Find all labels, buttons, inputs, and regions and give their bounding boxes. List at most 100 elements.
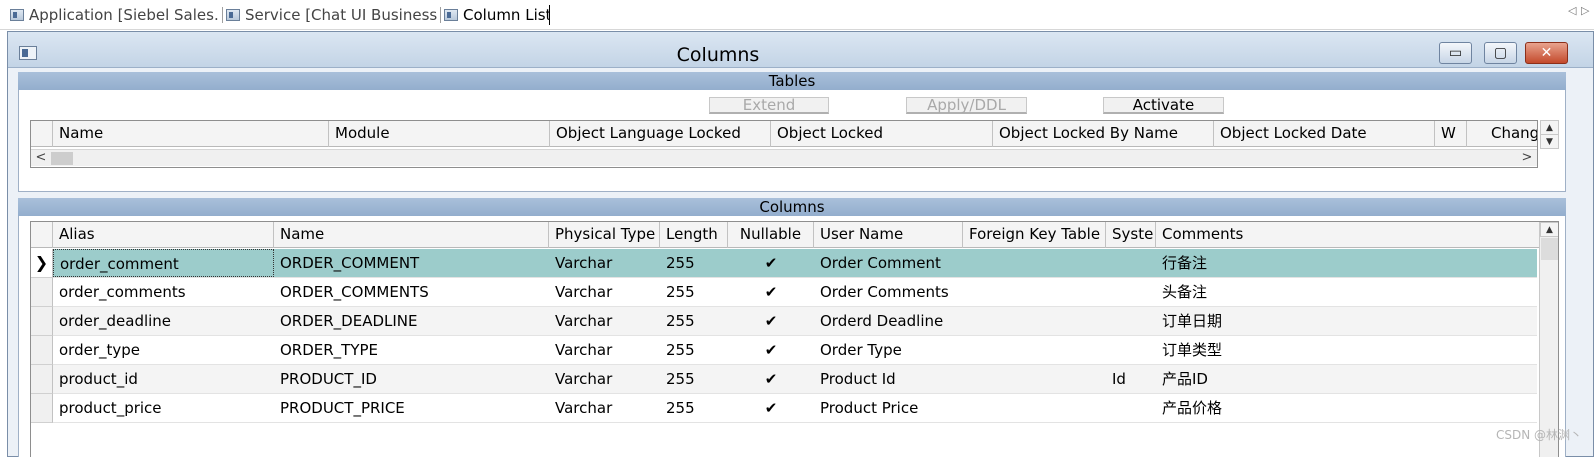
row-selector[interactable]	[31, 278, 53, 307]
user-name-cell[interactable]: Order Comment	[814, 249, 963, 277]
table-row[interactable]: product_price PRODUCT_PRICE Varchar 255 …	[31, 394, 1537, 423]
table-row[interactable]: order_type ORDER_TYPE Varchar 255 ✔ Orde…	[31, 336, 1537, 365]
length-cell[interactable]: 255	[660, 249, 728, 277]
table-row[interactable]: product_id PRODUCT_ID Varchar 255 ✔ Prod…	[31, 365, 1537, 394]
alias-cell[interactable]: order_type	[53, 336, 274, 364]
scroll-up-icon[interactable]: ▲	[1540, 120, 1559, 135]
comments-cell[interactable]: 行备注	[1156, 249, 1536, 277]
foreign-key-table-cell[interactable]	[963, 249, 1106, 277]
close-button[interactable]: ✕	[1525, 42, 1568, 64]
physical-type-cell[interactable]: Varchar	[549, 365, 660, 393]
nullable-check-icon[interactable]: ✔	[728, 307, 814, 335]
nullable-check-icon[interactable]: ✔	[728, 365, 814, 393]
comments-cell[interactable]: 产品价格	[1156, 394, 1536, 422]
column-header-name[interactable]: Name	[274, 222, 549, 248]
foreign-key-table-cell[interactable]	[963, 278, 1106, 306]
column-header-alias[interactable]: Alias	[53, 222, 274, 248]
physical-type-cell[interactable]: Varchar	[549, 278, 660, 306]
tables-horizontal-scrollbar[interactable]: < >	[31, 149, 1537, 166]
activate-button[interactable]: Activate	[1103, 97, 1224, 114]
nullable-check-icon[interactable]: ✔	[728, 278, 814, 306]
foreign-key-table-cell[interactable]	[963, 365, 1106, 393]
length-cell[interactable]: 255	[660, 365, 728, 393]
row-selector[interactable]	[31, 336, 53, 365]
comments-cell[interactable]: 订单日期	[1156, 307, 1536, 335]
row-selector[interactable]	[31, 394, 53, 423]
scroll-thumb[interactable]	[1541, 238, 1558, 260]
tables-vertical-scrollbar[interactable]: ▲ ▼	[1540, 120, 1560, 149]
physical-type-cell[interactable]: Varchar	[549, 336, 660, 364]
name-cell[interactable]: PRODUCT_PRICE	[274, 394, 549, 422]
column-header-foreign-key-table[interactable]: Foreign Key Table	[963, 222, 1106, 248]
tab-scroll-left-icon[interactable]: ◁	[1568, 4, 1576, 17]
column-header-nullable[interactable]: Nullable	[728, 222, 814, 248]
row-selector[interactable]	[31, 365, 53, 394]
window-titlebar[interactable]: Columns ▭ ▢ ✕	[8, 32, 1593, 68]
name-cell[interactable]: ORDER_DEADLINE	[274, 307, 549, 335]
length-cell[interactable]: 255	[660, 336, 728, 364]
extend-button[interactable]: Extend	[709, 97, 829, 114]
name-cell[interactable]: ORDER_COMMENTS	[274, 278, 549, 306]
alias-cell[interactable]: order_comment	[53, 249, 274, 277]
length-cell[interactable]: 255	[660, 307, 728, 335]
column-header-user-name[interactable]: User Name	[814, 222, 963, 248]
name-cell[interactable]: ORDER_TYPE	[274, 336, 549, 364]
tab-scroll-right-icon[interactable]: ▷	[1581, 4, 1589, 17]
apply-ddl-button[interactable]: Apply/DDL	[906, 97, 1027, 114]
comments-cell[interactable]: 订单类型	[1156, 336, 1536, 364]
comments-cell[interactable]: 产品ID	[1156, 365, 1536, 393]
row-selector[interactable]	[31, 307, 53, 336]
foreign-key-table-cell[interactable]	[963, 307, 1106, 335]
tab-column-list[interactable]: Column List	[444, 3, 549, 27]
system-cell[interactable]	[1106, 336, 1156, 364]
nullable-check-icon[interactable]: ✔	[728, 249, 814, 277]
nullable-check-icon[interactable]: ✔	[728, 336, 814, 364]
column-header-object-locked-date[interactable]: Object Locked Date	[1214, 121, 1435, 147]
current-row-indicator-icon[interactable]: ❯	[31, 249, 53, 278]
system-cell[interactable]	[1106, 249, 1156, 277]
physical-type-cell[interactable]: Varchar	[549, 249, 660, 277]
system-cell[interactable]	[1106, 278, 1156, 306]
tab-service[interactable]: Service [Chat UI Business...	[226, 3, 438, 27]
foreign-key-table-cell[interactable]	[963, 336, 1106, 364]
scroll-right-icon[interactable]: >	[1519, 150, 1535, 166]
column-header-comments[interactable]: Comments	[1156, 222, 1539, 248]
scroll-down-icon[interactable]: ▼	[1540, 134, 1559, 149]
alias-cell[interactable]: product_price	[53, 394, 274, 422]
columns-vertical-scrollbar[interactable]: ▲	[1539, 222, 1558, 457]
physical-type-cell[interactable]: Varchar	[549, 394, 660, 422]
comments-cell[interactable]: 头备注	[1156, 278, 1536, 306]
system-cell[interactable]	[1106, 307, 1156, 335]
user-name-cell[interactable]: Order Type	[814, 336, 963, 364]
column-header-object-locked[interactable]: Object Locked	[771, 121, 993, 147]
column-header-object-locked-by-name[interactable]: Object Locked By Name	[993, 121, 1214, 147]
column-header-name[interactable]: Name	[53, 121, 329, 147]
column-header-chang[interactable]: Chang	[1467, 121, 1537, 147]
length-cell[interactable]: 255	[660, 394, 728, 422]
system-cell[interactable]	[1106, 394, 1156, 422]
name-cell[interactable]: ORDER_COMMENT	[274, 249, 549, 277]
alias-cell[interactable]: order_deadline	[53, 307, 274, 335]
table-row[interactable]: order_deadline ORDER_DEADLINE Varchar 25…	[31, 307, 1537, 336]
user-name-cell[interactable]: Product Id	[814, 365, 963, 393]
nullable-check-icon[interactable]: ✔	[728, 394, 814, 422]
column-header-physical-type[interactable]: Physical Type	[549, 222, 660, 248]
physical-type-cell[interactable]: Varchar	[549, 307, 660, 335]
user-name-cell[interactable]: Orderd Deadline	[814, 307, 963, 335]
tab-application[interactable]: Application [Siebel Sales...	[10, 3, 220, 27]
minimize-button[interactable]: ▭	[1439, 42, 1472, 64]
column-header-system[interactable]: Syste	[1106, 222, 1156, 248]
scroll-up-icon[interactable]: ▲	[1540, 222, 1558, 237]
system-cell[interactable]: Id	[1106, 365, 1156, 393]
scroll-left-icon[interactable]: <	[33, 150, 49, 166]
length-cell[interactable]: 255	[660, 278, 728, 306]
maximize-button[interactable]: ▢	[1484, 42, 1517, 64]
table-row[interactable]: order_comments ORDER_COMMENTS Varchar 25…	[31, 278, 1537, 307]
alias-cell[interactable]: order_comments	[53, 278, 274, 306]
column-header-length[interactable]: Length	[660, 222, 728, 248]
user-name-cell[interactable]: Product Price	[814, 394, 963, 422]
user-name-cell[interactable]: Order Comments	[814, 278, 963, 306]
scroll-thumb[interactable]	[51, 152, 73, 165]
column-header-w[interactable]: W	[1435, 121, 1467, 147]
column-header-object-language-locked[interactable]: Object Language Locked	[550, 121, 771, 147]
